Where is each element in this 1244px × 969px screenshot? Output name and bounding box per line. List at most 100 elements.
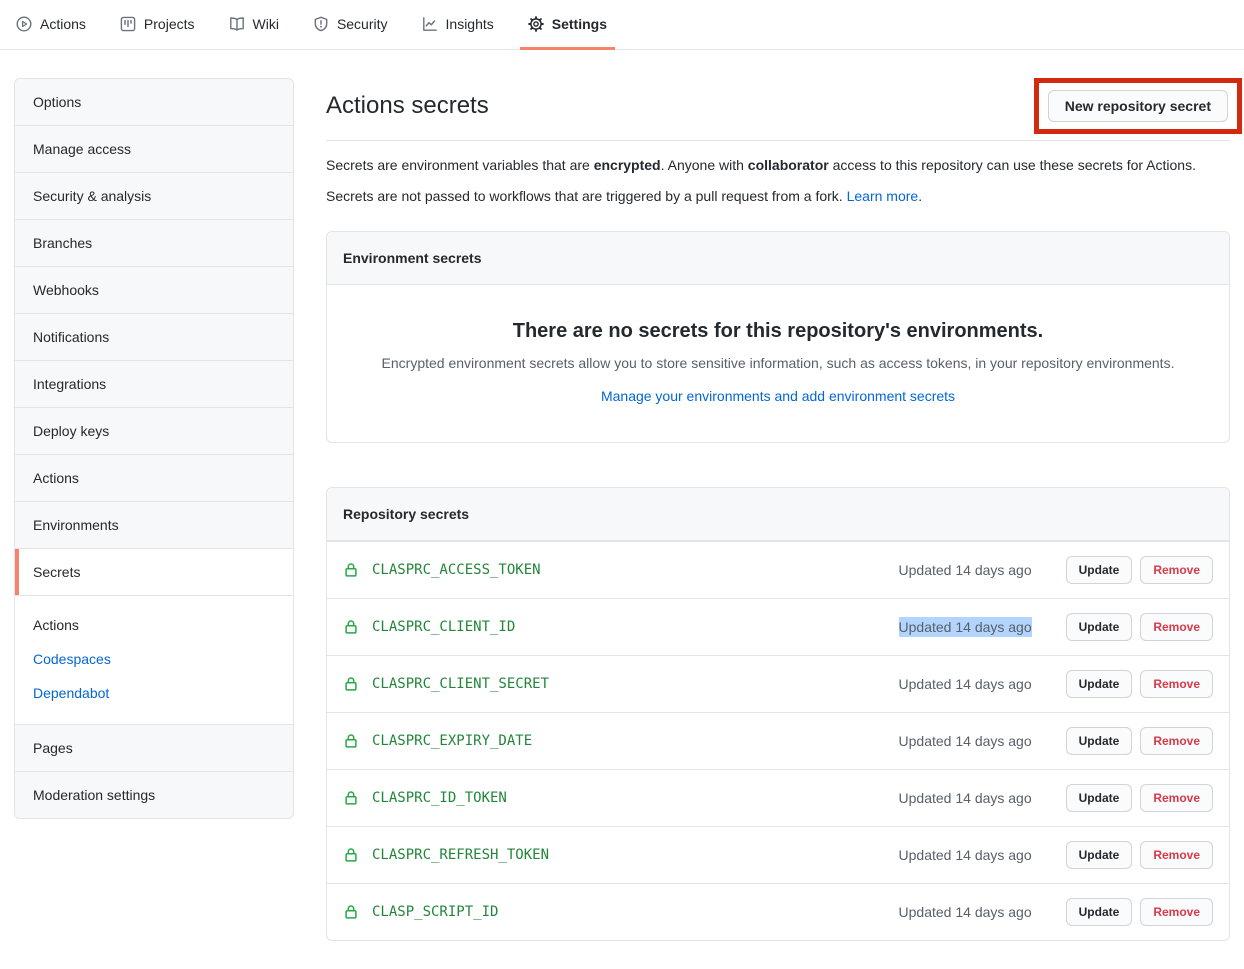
sidebar-item-webhooks[interactable]: Webhooks — [15, 266, 293, 313]
manage-environments-link[interactable]: Manage your environments and add environ… — [601, 388, 955, 404]
remove-button[interactable]: Remove — [1140, 670, 1213, 698]
update-button[interactable]: Update — [1066, 670, 1133, 698]
update-button[interactable]: Update — [1066, 841, 1133, 869]
lock-icon — [343, 847, 359, 863]
red-annotation-box: New repository secret — [1034, 78, 1242, 134]
tab-label: Security — [337, 16, 388, 32]
tab-label: Wiki — [253, 16, 279, 32]
sidebar-item-actions[interactable]: Actions — [15, 454, 293, 501]
new-repository-secret-button[interactable]: New repository secret — [1048, 90, 1228, 122]
tab-actions[interactable]: Actions — [8, 0, 94, 50]
updated-timestamp-selected: Updated 14 days ago — [899, 617, 1032, 637]
secrets-subnav: Actions Codespaces Dependabot — [15, 595, 293, 724]
secret-row: CLASP_SCRIPT_ID Updated 14 days ago Upda… — [327, 883, 1229, 940]
repository-secrets-box: Repository secrets CLASPRC_ACCESS_TOKEN … — [326, 487, 1230, 941]
sidebar-item-deploy-keys[interactable]: Deploy keys — [15, 407, 293, 454]
intro-text: . — [918, 188, 922, 204]
intro-text: Secrets are not passed to workflows that… — [326, 188, 847, 204]
repo-nav: Actions Projects Wiki Security Insights … — [0, 0, 1244, 50]
updated-timestamp: Updated 14 days ago — [899, 845, 1032, 865]
environment-secrets-empty-state: There are no secrets for this repository… — [327, 285, 1229, 442]
updated-timestamp: Updated 14 days ago — [899, 560, 1032, 580]
secret-name: CLASPRC_CLIENT_SECRET — [372, 674, 549, 694]
intro-paragraph-1: Secrets are environment variables that a… — [326, 155, 1230, 176]
update-button[interactable]: Update — [1066, 784, 1133, 812]
settings-sidebar: Options Manage access Security & analysi… — [14, 78, 294, 819]
empty-state-title: There are no secrets for this repository… — [367, 319, 1189, 343]
main-header: Actions secrets New repository secret — [326, 78, 1230, 141]
tab-label: Projects — [144, 16, 195, 32]
book-icon — [229, 16, 245, 32]
lock-icon — [343, 619, 359, 635]
gear-icon — [528, 16, 544, 32]
empty-state-description: Encrypted environment secrets allow you … — [367, 353, 1189, 374]
intro-text: Secrets are environment variables that a… — [326, 157, 594, 173]
tab-projects[interactable]: Projects — [112, 0, 203, 50]
tab-label: Insights — [446, 16, 494, 32]
secret-name: CLASPRC_EXPIRY_DATE — [372, 731, 532, 751]
lock-icon — [343, 676, 359, 692]
sidebar-item-branches[interactable]: Branches — [15, 219, 293, 266]
intro-text: access to this repository can use these … — [829, 157, 1196, 173]
shield-icon — [313, 16, 329, 32]
lock-icon — [343, 904, 359, 920]
update-button[interactable]: Update — [1066, 556, 1133, 584]
sidebar-item-secrets[interactable]: Secrets — [15, 548, 293, 595]
graph-icon — [422, 16, 438, 32]
intro-bold-encrypted: encrypted — [594, 157, 661, 173]
secret-row: CLASPRC_CLIENT_ID Updated 14 days ago Up… — [327, 598, 1229, 655]
secret-row: CLASPRC_EXPIRY_DATE Updated 14 days ago … — [327, 712, 1229, 769]
tab-label: Actions — [40, 16, 86, 32]
project-icon — [120, 16, 136, 32]
settings-page: Options Manage access Security & analysi… — [0, 50, 1244, 941]
intro-bold-collaborator: collaborator — [748, 157, 829, 173]
remove-button[interactable]: Remove — [1140, 898, 1213, 926]
sidebar-item-moderation-settings[interactable]: Moderation settings — [15, 771, 293, 818]
remove-button[interactable]: Remove — [1140, 784, 1213, 812]
page-title: Actions secrets — [326, 91, 489, 121]
secret-row: CLASPRC_CLIENT_SECRET Updated 14 days ag… — [327, 655, 1229, 712]
secret-name: CLASPRC_REFRESH_TOKEN — [372, 845, 549, 865]
lock-icon — [343, 733, 359, 749]
sidebar-item-options[interactable]: Options — [15, 79, 293, 125]
updated-timestamp: Updated 14 days ago — [899, 731, 1032, 751]
sidebar-item-notifications[interactable]: Notifications — [15, 313, 293, 360]
sidebar-item-manage-access[interactable]: Manage access — [15, 125, 293, 172]
updated-timestamp: Updated 14 days ago — [899, 902, 1032, 922]
intro-paragraph-2: Secrets are not passed to workflows that… — [326, 186, 1230, 207]
remove-button[interactable]: Remove — [1140, 841, 1213, 869]
tab-insights[interactable]: Insights — [414, 0, 502, 50]
secret-name: CLASPRC_ACCESS_TOKEN — [372, 560, 541, 580]
remove-button[interactable]: Remove — [1140, 727, 1213, 755]
environment-secrets-box: Environment secrets There are no secrets… — [326, 231, 1230, 443]
learn-more-link[interactable]: Learn more — [847, 188, 919, 204]
tab-label: Settings — [552, 16, 607, 32]
secret-row: CLASPRC_ID_TOKEN Updated 14 days ago Upd… — [327, 769, 1229, 826]
remove-button[interactable]: Remove — [1140, 556, 1213, 584]
tab-wiki[interactable]: Wiki — [221, 0, 287, 50]
sidebar-item-environments[interactable]: Environments — [15, 501, 293, 548]
secret-name: CLASP_SCRIPT_ID — [372, 902, 498, 922]
environment-secrets-header: Environment secrets — [327, 232, 1229, 285]
actions-secrets-main: Actions secrets New repository secret Se… — [326, 78, 1230, 941]
repository-secrets-header: Repository secrets — [327, 488, 1229, 541]
secret-row: CLASPRC_REFRESH_TOKEN Updated 14 days ag… — [327, 826, 1229, 883]
update-button[interactable]: Update — [1066, 898, 1133, 926]
intro-text: . Anyone with — [661, 157, 748, 173]
sidebar-item-security-analysis[interactable]: Security & analysis — [15, 172, 293, 219]
subnav-item-codespaces[interactable]: Codespaces — [33, 642, 275, 676]
secret-name: CLASPRC_CLIENT_ID — [372, 617, 515, 637]
remove-button[interactable]: Remove — [1140, 613, 1213, 641]
lock-icon — [343, 562, 359, 578]
lock-icon — [343, 790, 359, 806]
tab-settings[interactable]: Settings — [520, 0, 615, 50]
update-button[interactable]: Update — [1066, 727, 1133, 755]
sidebar-item-pages[interactable]: Pages — [15, 724, 293, 771]
secrets-intro: Secrets are environment variables that a… — [326, 155, 1230, 207]
tab-security[interactable]: Security — [305, 0, 396, 50]
update-button[interactable]: Update — [1066, 613, 1133, 641]
sidebar-item-integrations[interactable]: Integrations — [15, 360, 293, 407]
updated-timestamp: Updated 14 days ago — [899, 788, 1032, 808]
subnav-item-actions[interactable]: Actions — [33, 608, 275, 642]
subnav-item-dependabot[interactable]: Dependabot — [33, 676, 275, 710]
